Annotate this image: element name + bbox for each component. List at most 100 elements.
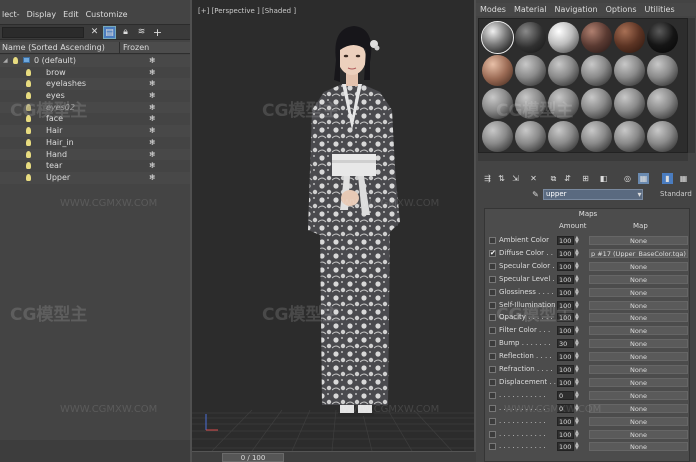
- freeze-icon[interactable]: ❄: [149, 125, 156, 137]
- perspective-viewport[interactable]: [+] [Perspective ] [Shaded ] CG模型主 CG模型主…: [190, 0, 478, 462]
- map-enable-checkbox[interactable]: [489, 430, 496, 438]
- tree-row-upper[interactable]: Upper ❄: [0, 171, 190, 184]
- menu-material[interactable]: Material: [510, 3, 551, 16]
- map-amount-input[interactable]: 100: [557, 326, 574, 336]
- freeze-icon[interactable]: ❄: [149, 137, 156, 149]
- go-to-parent-icon[interactable]: ▦: [678, 173, 689, 184]
- material-slot[interactable]: [515, 88, 546, 119]
- material-slot[interactable]: [515, 121, 546, 152]
- get-material-icon[interactable]: ⇶: [482, 173, 493, 184]
- slots-horizontal-scrollbar[interactable]: [478, 153, 688, 161]
- map-amount-input[interactable]: 100: [557, 287, 574, 297]
- map-enable-checkbox[interactable]: [489, 378, 496, 386]
- add-icon[interactable]: +: [151, 26, 164, 39]
- lightbulb-icon[interactable]: [26, 115, 31, 123]
- tree-row-hair-in[interactable]: Hair_in ❄: [0, 137, 190, 149]
- map-slot-button[interactable]: None: [589, 300, 688, 310]
- chevron-down-icon[interactable]: ▾: [634, 189, 645, 200]
- map-slot-button[interactable]: None: [589, 261, 688, 271]
- map-amount-input[interactable]: 30: [557, 339, 574, 349]
- tree-row-hair[interactable]: Hair ❄: [0, 125, 190, 137]
- map-amount-input[interactable]: 100: [557, 261, 574, 271]
- material-slot[interactable]: [548, 88, 579, 119]
- map-slot-button[interactable]: None: [589, 365, 688, 374]
- slots-vertical-scrollbar[interactable]: [688, 18, 695, 153]
- lock-icon[interactable]: 🔒︎: [119, 26, 132, 39]
- put-to-scene-icon[interactable]: ⇅: [496, 173, 507, 184]
- material-slot[interactable]: [647, 121, 678, 152]
- map-slot-button[interactable]: None: [589, 236, 688, 245]
- material-slot[interactable]: [581, 22, 612, 53]
- map-slot-button[interactable]: None: [589, 429, 688, 439]
- map-amount-input[interactable]: 100: [557, 416, 574, 426]
- map-slot-button[interactable]: p #17 (Upper_BaseColor.tga): [589, 248, 688, 258]
- map-amount-input[interactable]: 100: [557, 377, 574, 387]
- freeze-icon[interactable]: ❄: [149, 113, 156, 125]
- spinner-arrows-icon[interactable]: ▲ ▼: [575, 236, 580, 245]
- map-amount-input[interactable]: 100: [557, 442, 574, 452]
- material-id-icon[interactable]: ◧: [598, 173, 609, 184]
- material-type-button[interactable]: Standard: [660, 189, 692, 200]
- material-slot[interactable]: [515, 22, 546, 53]
- time-slider[interactable]: 0 / 100: [222, 453, 284, 462]
- map-enable-checkbox[interactable]: [489, 443, 496, 451]
- map-amount-input[interactable]: 100: [557, 300, 574, 310]
- map-amount-input[interactable]: 100: [557, 365, 574, 374]
- spinner-arrows-icon[interactable]: ▲ ▼: [575, 429, 580, 439]
- filter-icon[interactable]: ▤: [103, 26, 116, 39]
- material-slot[interactable]: [548, 121, 579, 152]
- map-enable-checkbox[interactable]: [489, 366, 496, 373]
- material-slot[interactable]: [581, 121, 612, 152]
- menu-options[interactable]: Options: [602, 3, 641, 16]
- material-slot[interactable]: [614, 55, 645, 86]
- assign-material-icon[interactable]: ⇲: [510, 173, 521, 184]
- tree-row-eyes[interactable]: eyes ❄: [0, 90, 190, 102]
- map-slot-button[interactable]: None: [589, 416, 688, 426]
- spinner-arrows-icon[interactable]: ▲ ▼: [575, 339, 580, 348]
- lightbulb-icon[interactable]: [26, 92, 31, 100]
- spinner-arrows-icon[interactable]: ▲ ▼: [575, 261, 580, 271]
- reset-map-icon[interactable]: ✕: [528, 173, 539, 184]
- map-enable-checkbox[interactable]: [489, 237, 496, 244]
- material-slot[interactable]: [647, 22, 678, 53]
- menu-display[interactable]: Display: [25, 8, 62, 22]
- material-slot[interactable]: [614, 22, 645, 53]
- freeze-icon[interactable]: ❄: [149, 78, 156, 90]
- material-slot[interactable]: [482, 55, 513, 86]
- menu-utilities[interactable]: Utilities: [641, 3, 679, 16]
- material-slot[interactable]: [614, 88, 645, 119]
- tree-row-eyes02[interactable]: eyes02 ❄: [0, 101, 190, 114]
- expand-arrow-icon[interactable]: ◢: [3, 55, 8, 67]
- spinner-arrows-icon[interactable]: ▲ ▼: [575, 390, 580, 400]
- material-slot[interactable]: [581, 88, 612, 119]
- show-end-result-icon[interactable]: ▮: [662, 173, 673, 184]
- material-slot[interactable]: [581, 55, 612, 86]
- map-slot-button[interactable]: None: [589, 287, 688, 297]
- freeze-icon[interactable]: ❄: [149, 90, 156, 102]
- spinner-arrows-icon[interactable]: ▲ ▼: [575, 274, 580, 284]
- tree-row-eyelashes[interactable]: eyelashes ❄: [0, 78, 190, 91]
- column-frozen[interactable]: Frozen: [120, 42, 149, 53]
- material-slot[interactable]: [515, 55, 546, 86]
- map-enable-checkbox[interactable]: [489, 288, 496, 296]
- map-slot-button[interactable]: None: [589, 390, 688, 400]
- spinner-arrows-icon[interactable]: ▲ ▼: [575, 326, 580, 335]
- freeze-icon[interactable]: ❄: [149, 149, 156, 161]
- freeze-icon[interactable]: ❄: [149, 67, 156, 79]
- lightbulb-icon[interactable]: [26, 162, 31, 170]
- map-enable-checkbox[interactable]: ✔: [489, 249, 496, 257]
- background-icon[interactable]: ▦: [638, 173, 649, 184]
- make-unique-icon[interactable]: ⇵: [562, 173, 573, 184]
- material-slot[interactable]: [482, 88, 513, 119]
- tree-row-tear[interactable]: tear ❄: [0, 160, 190, 172]
- material-slot[interactable]: [647, 55, 678, 86]
- show-map-icon[interactable]: ◎: [622, 173, 633, 184]
- layer-icon[interactable]: ≋: [135, 26, 148, 39]
- material-slot[interactable]: [548, 22, 579, 53]
- menu-navigation[interactable]: Navigation: [550, 3, 601, 16]
- put-to-library-icon[interactable]: ⊞: [580, 173, 591, 184]
- spinner-arrows-icon[interactable]: ▲ ▼: [575, 300, 580, 310]
- menu-customize[interactable]: Customize: [84, 8, 133, 22]
- layer-row[interactable]: ◢ 0 (default) ❄: [0, 55, 190, 67]
- map-amount-input[interactable]: 100: [557, 236, 574, 245]
